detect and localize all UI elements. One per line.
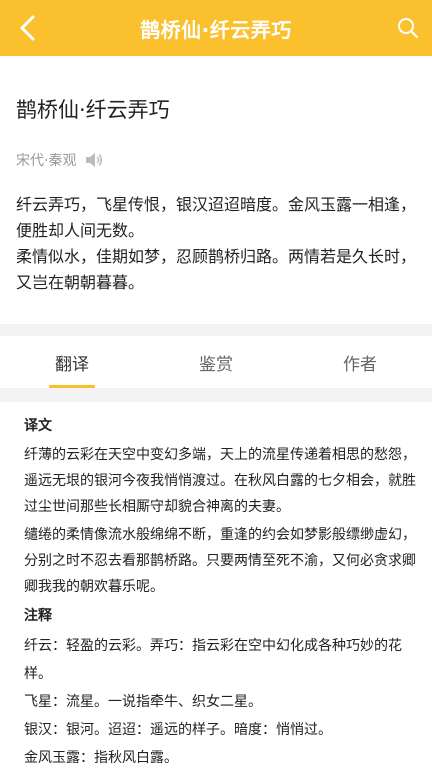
speaker-button[interactable] — [84, 151, 106, 169]
tab-bar: 翻译 鉴赏 作者 — [0, 336, 432, 388]
speaker-icon — [86, 153, 103, 167]
tab-label: 翻译 — [55, 354, 89, 375]
poem-dynasty-author: 宋代·秦观 — [16, 153, 77, 169]
translation-paragraph: 纤薄的云彩在天空中变幻多端，天上的流星传递着相思的愁怨，遥远无垠的银河今夜我悄悄… — [24, 447, 416, 515]
section-divider — [0, 388, 432, 402]
translation-content: 译文 纤薄的云彩在天空中变幻多端，天上的流星传递着相思的愁怨，遥远无垠的银河今夜… — [0, 402, 432, 768]
translation-heading: 译文 — [24, 418, 52, 434]
tab-author[interactable]: 作者 — [288, 336, 432, 388]
section-divider — [0, 324, 432, 336]
poem-stanza: 纤云弄巧，飞星传恨，银汉迢迢暗度。金风玉露一相逢，便胜却人间无数。 — [16, 195, 417, 240]
poem-title: 鹊桥仙·纤云弄巧 — [16, 98, 170, 122]
poem-body: 纤云弄巧，飞星传恨，银汉迢迢暗度。金风玉露一相逢，便胜却人间无数。 柔情似水，佳… — [16, 192, 420, 296]
search-icon — [398, 18, 419, 39]
top-app-bar: 鹊桥仙·纤云弄巧 — [0, 0, 432, 56]
note-item: 飞星：流星。一说指牵牛、织女二星。 — [24, 694, 262, 710]
note-item: 银汉：银河。迢迢：遥远的样子。暗度：悄悄过。 — [24, 722, 332, 738]
translation-paragraph: 缱绻的柔情像流水般绵绵不断，重逢的约会如梦影般缥缈虚幻，分别之时不忍去看那鹊桥路… — [24, 527, 416, 595]
note-item: 金风玉露：指秋风白露。 — [24, 750, 178, 766]
tab-translation[interactable]: 翻译 — [0, 336, 144, 388]
notes-heading: 注释 — [24, 608, 52, 624]
poem-stanza: 柔情似水，佳期如梦，忍顾鹊桥归路。两情若是久长时，又岂在朝朝暮暮。 — [16, 247, 417, 292]
poem-section: 鹊桥仙·纤云弄巧 宋代·秦观 纤云弄巧，飞星传恨，银汉迢迢暗度。金风玉露一相逢，… — [0, 56, 432, 324]
poem-meta: 宋代·秦观 — [16, 150, 106, 170]
tab-appreciation[interactable]: 鉴赏 — [144, 336, 288, 388]
search-button[interactable] — [394, 14, 422, 42]
tab-label: 鉴赏 — [199, 354, 233, 375]
page-title: 鹊桥仙·纤云弄巧 — [140, 17, 292, 42]
tab-label: 作者 — [343, 354, 377, 375]
back-button[interactable] — [12, 12, 44, 44]
note-item: 纤云：轻盈的云彩。弄巧：指云彩在空中幻化成各种巧妙的花样。 — [24, 638, 402, 682]
chevron-left-icon — [20, 15, 35, 41]
